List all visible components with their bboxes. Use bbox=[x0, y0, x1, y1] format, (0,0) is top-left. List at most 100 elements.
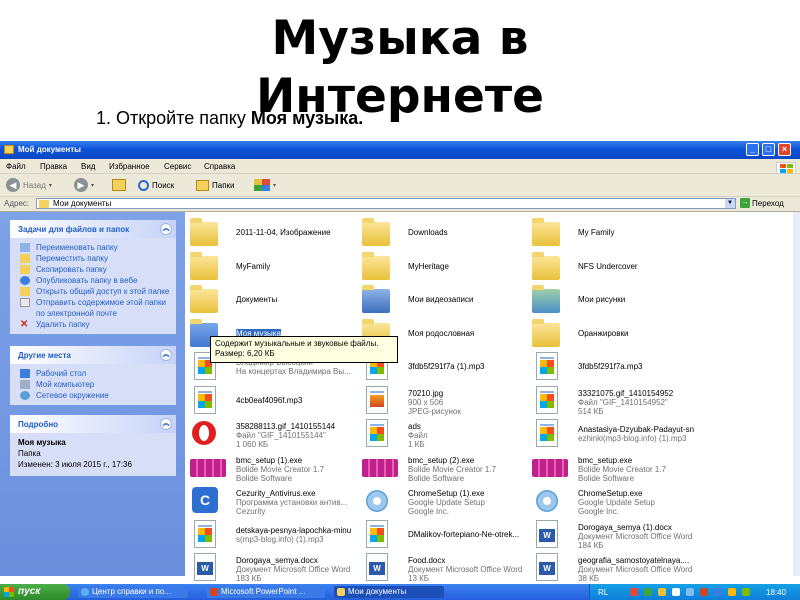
tray-app-icon[interactable] bbox=[700, 588, 708, 596]
folders-button[interactable]: Папки bbox=[196, 177, 235, 193]
chevron-down-icon[interactable]: ▼ bbox=[725, 199, 735, 208]
file-label: geografia_samostoyatelnaya.... Документ M… bbox=[578, 556, 704, 583]
minimize-button[interactable]: _ bbox=[746, 143, 759, 156]
details-panel: Подробно ︽ Моя музыка Папка Изменен: 3 и… bbox=[10, 415, 176, 476]
taskbar-item-label: Мои документы bbox=[348, 587, 407, 596]
file-tasks-header[interactable]: Задачи для файлов и папок ︽ bbox=[10, 220, 176, 238]
file-label: ChromeSetup (1).exe Google Update Setup Go… bbox=[408, 489, 534, 516]
task-label: Опубликовать папку в вебе bbox=[36, 276, 138, 285]
go-button[interactable]: → Переход bbox=[740, 198, 784, 208]
address-bar: Адрес: Мои документы ▼ → Переход bbox=[0, 197, 800, 212]
place-my-computer[interactable]: Мой компьютер bbox=[10, 379, 176, 390]
collapse-icon[interactable]: ︽ bbox=[160, 223, 172, 235]
task-label: Отправить содержимое этой папки по элект… bbox=[36, 298, 166, 318]
task-share-folder[interactable]: Открыть общий доступ к этой папке bbox=[10, 286, 176, 297]
search-icon bbox=[138, 179, 149, 191]
tray-app-icon[interactable] bbox=[728, 588, 736, 596]
powerpoint-icon bbox=[210, 588, 218, 596]
menu-file[interactable]: Файл bbox=[6, 162, 26, 171]
folder-icon bbox=[362, 218, 392, 248]
address-input[interactable]: Мои документы ▼ bbox=[36, 198, 736, 209]
tray-app-icon[interactable] bbox=[714, 588, 722, 596]
language-indicator[interactable]: RL bbox=[598, 588, 608, 597]
up-folder-button[interactable] bbox=[112, 177, 126, 193]
tray-app-icon[interactable] bbox=[686, 588, 694, 596]
menu-help[interactable]: Справка bbox=[204, 162, 235, 171]
file-meta: Bolide Software bbox=[408, 473, 465, 483]
place-label: Сетевое окружение bbox=[36, 391, 109, 400]
delete-icon: ✕ bbox=[20, 319, 29, 330]
place-desktop[interactable]: Рабочий стол bbox=[10, 368, 176, 379]
file-meta: Файл "GIF_1410155144" bbox=[236, 431, 326, 440]
step-text: 1. Откройте папку bbox=[96, 108, 251, 128]
task-publish-folder[interactable]: Опубликовать папку в вебе bbox=[10, 275, 176, 286]
maximize-button[interactable]: □ bbox=[762, 143, 775, 156]
tray-app-icon[interactable] bbox=[630, 588, 638, 596]
tooltip-line-2: Размер: 6,20 КБ bbox=[215, 349, 275, 358]
task-email-folder[interactable]: Отправить содержимое этой папки по элект… bbox=[10, 297, 176, 319]
menu-favorites[interactable]: Избранное bbox=[109, 162, 150, 171]
setup-file-icon bbox=[362, 486, 392, 516]
video-folder-icon bbox=[362, 285, 392, 315]
task-label: Удалить папку bbox=[36, 320, 90, 329]
window-titlebar[interactable]: Мой документы _ □ × bbox=[0, 141, 800, 159]
media-file-icon bbox=[190, 385, 220, 416]
taskbar-item-help[interactable]: Центр справки и по... bbox=[78, 586, 188, 598]
views-button[interactable]: ▾ bbox=[254, 177, 276, 193]
folder-icon bbox=[532, 251, 562, 282]
search-button[interactable]: Поиск bbox=[138, 177, 174, 193]
back-button[interactable]: ◀ Назад ▾ bbox=[6, 177, 52, 193]
file-label: ChromeSetup.exe Google Update Setup Google… bbox=[578, 489, 704, 516]
file-name: Food.docx bbox=[408, 556, 446, 565]
task-copy-folder[interactable]: Скопировать папку bbox=[10, 264, 176, 275]
file-meta: 900 x 506 bbox=[408, 397, 444, 407]
vertical-scrollbar[interactable] bbox=[793, 212, 800, 576]
file-name: 358288113.gif_1410155144 bbox=[236, 422, 336, 431]
file-meta: Документ Microsoft Office Word bbox=[578, 565, 693, 574]
window-title: Мой документы bbox=[18, 145, 81, 154]
file-label: detskaya-pesnya-lapochka-minu s(mp3-blog.… bbox=[236, 526, 362, 544]
other-places-header[interactable]: Другие места ︽ bbox=[10, 346, 176, 364]
file-meta: 13 КБ bbox=[408, 574, 430, 583]
collapse-icon[interactable]: ︽ bbox=[160, 418, 172, 430]
taskbar-item-my-documents[interactable]: Мои документы bbox=[334, 586, 444, 598]
tray-app-icon[interactable] bbox=[644, 588, 652, 596]
task-move-folder[interactable]: Переместить папку bbox=[10, 253, 176, 264]
menu-tools[interactable]: Сервис bbox=[164, 162, 191, 171]
start-button[interactable]: пуск bbox=[0, 584, 70, 600]
cezurity-file-icon: C bbox=[190, 486, 220, 516]
media-file-icon bbox=[532, 385, 562, 416]
details-title: Подробно bbox=[18, 420, 59, 429]
folder-icon bbox=[532, 218, 562, 248]
file-meta: Google Update Setup bbox=[578, 498, 655, 507]
place-network[interactable]: Сетевое окружение bbox=[10, 390, 176, 401]
place-label: Рабочий стол bbox=[36, 369, 87, 378]
tray-app-icon[interactable] bbox=[658, 588, 666, 596]
file-label: Downloads bbox=[408, 228, 534, 237]
file-name: 3fdb5f291f7a.mp3 bbox=[578, 362, 643, 371]
explorer-screenshot: Мой документы _ □ × Файл Правка Вид Избр… bbox=[0, 141, 800, 600]
task-delete-folder[interactable]: ✕ Удалить папку bbox=[10, 319, 176, 330]
file-label: Anastasiya-Dzyubak-Padayut-sn ezhinki(mp3… bbox=[578, 425, 704, 443]
forward-button[interactable]: ▶ ▾ bbox=[74, 177, 94, 193]
tooltip-line-1: Содержит музыкальные и звуковые файлы. bbox=[215, 339, 379, 348]
details-header[interactable]: Подробно ︽ bbox=[10, 415, 176, 433]
collapse-icon[interactable]: ︽ bbox=[160, 349, 172, 361]
file-meta: Документ Microsoft Office Word bbox=[408, 565, 523, 574]
menu-view[interactable]: Вид bbox=[81, 162, 95, 171]
file-label: 70210.jpg 900 x 506 JPEG-рисунок bbox=[408, 389, 534, 416]
folder-icon bbox=[4, 145, 14, 154]
word-file-icon: W bbox=[532, 519, 562, 550]
taskbar-item-powerpoint[interactable]: Microsoft PowerPoint ... bbox=[207, 586, 325, 598]
file-meta: 1 060 КБ bbox=[236, 440, 269, 449]
tray-app-icon[interactable] bbox=[672, 588, 680, 596]
close-button[interactable]: × bbox=[778, 143, 791, 156]
other-places-panel: Другие места ︽ Рабочий стол Мой компьюте… bbox=[10, 346, 176, 405]
folder-tooltip: Содержит музыкальные и звуковые файлы. Р… bbox=[210, 336, 398, 363]
file-label: bmc_setup (2).exe Bolide Movie Creator 1.… bbox=[408, 456, 534, 483]
desktop-icon bbox=[20, 369, 30, 378]
network-icon bbox=[20, 391, 30, 400]
task-rename-folder[interactable]: Переименовать папку bbox=[10, 242, 176, 253]
menu-edit[interactable]: Правка bbox=[40, 162, 67, 171]
tray-app-icon[interactable] bbox=[742, 588, 750, 596]
